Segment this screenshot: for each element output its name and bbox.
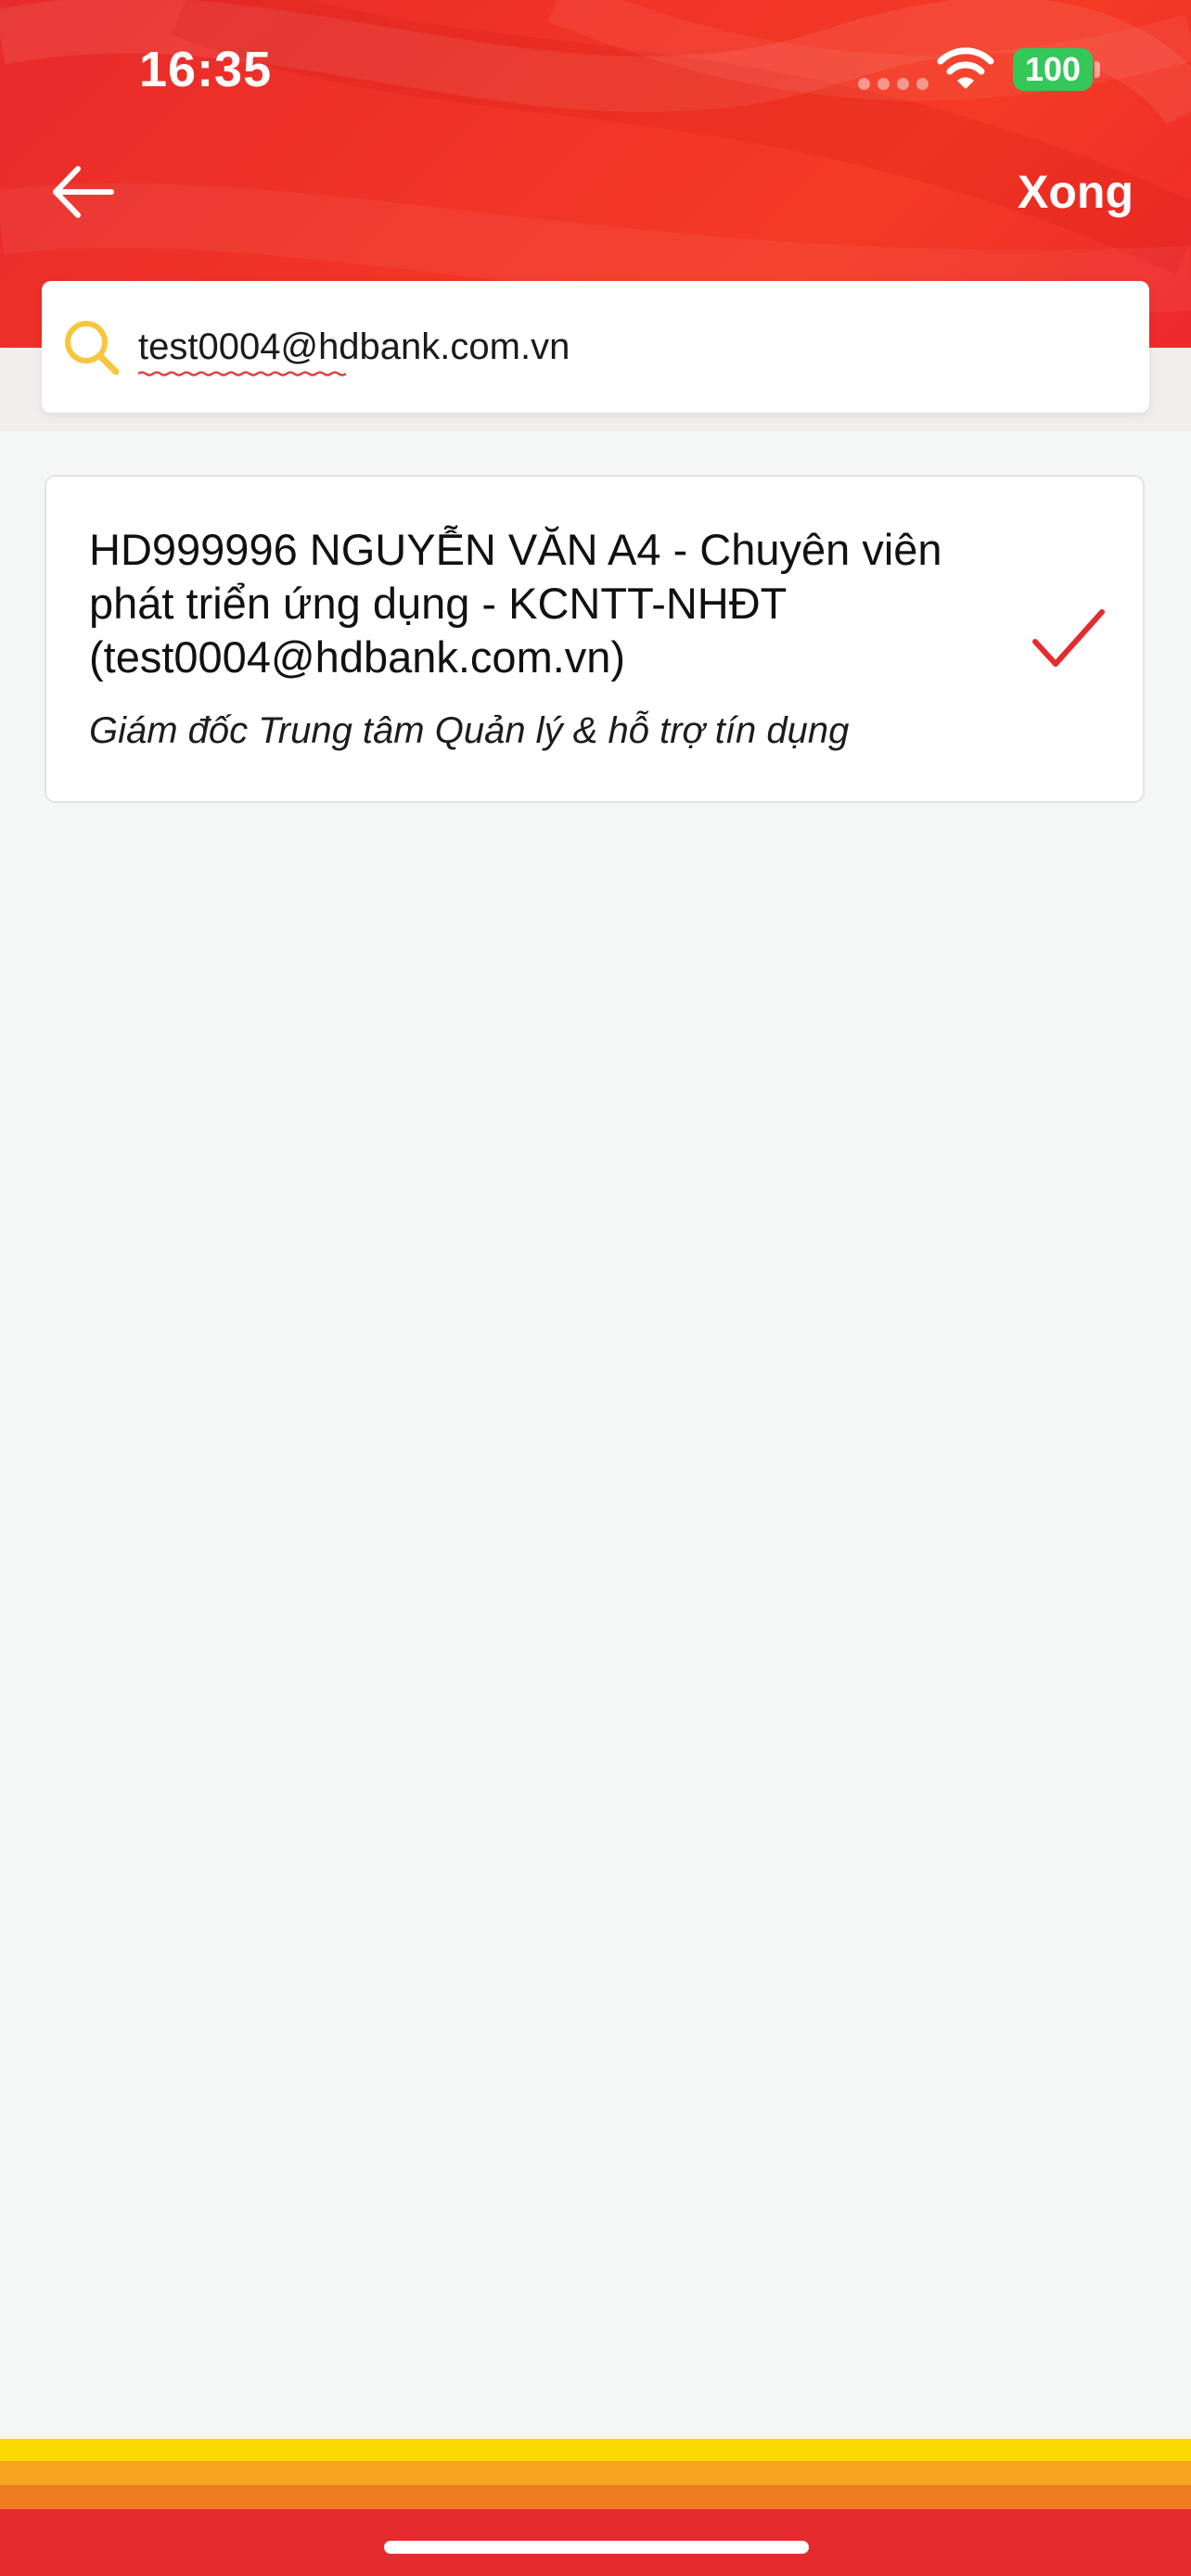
- battery-tip: [1095, 61, 1100, 78]
- footer-stripe-yellow: [0, 2439, 1191, 2461]
- result-subtitle: Giám đốc Trung tâm Quản lý & hỗ trợ tín …: [89, 710, 850, 751]
- battery-icon: 100: [1013, 48, 1093, 91]
- result-title: HD999996 NGUYỄN VĂN A4 - Chuyên viên phá…: [89, 525, 942, 682]
- checkmark-icon: [1032, 609, 1105, 667]
- home-indicator[interactable]: [384, 2541, 809, 2554]
- arrow-left-icon: [53, 166, 114, 218]
- search-icon: [65, 321, 120, 376]
- status-time: 16:35: [139, 42, 273, 97]
- spellcheck-underline: [138, 371, 346, 376]
- employee-search-screen: 16:35 100 Xong HD999996: [0, 0, 1191, 2576]
- done-button[interactable]: Xong: [1018, 165, 1133, 219]
- cellular-signal-icon: [858, 78, 928, 90]
- wifi-icon: [937, 47, 994, 89]
- result-item[interactable]: HD999996 NGUYỄN VĂN A4 - Chuyên viên phá…: [45, 475, 1145, 803]
- footer-stripe-dark-orange: [0, 2485, 1191, 2509]
- back-button[interactable]: [50, 163, 115, 221]
- search-box[interactable]: [42, 281, 1149, 413]
- footer-stripe-orange: [0, 2461, 1191, 2485]
